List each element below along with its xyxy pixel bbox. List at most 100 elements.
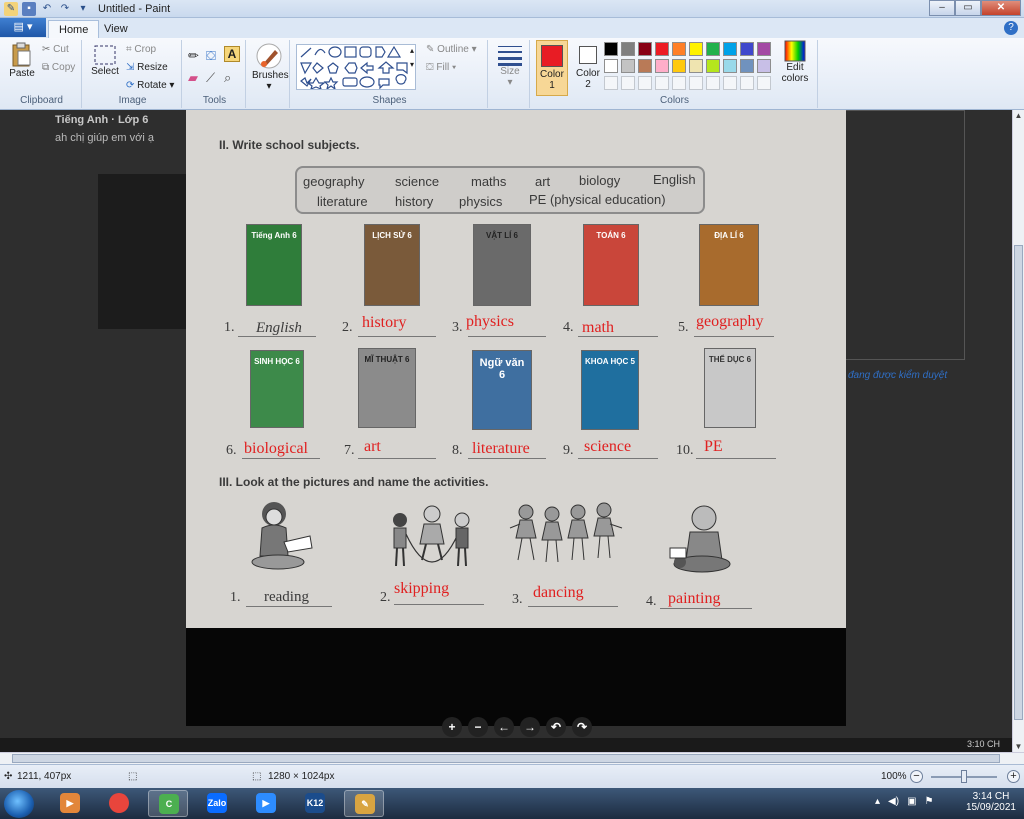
horizontal-scrollbar[interactable] [0,752,1024,764]
pencil-icon[interactable]: ✏ [188,48,199,64]
palette-swatch[interactable] [740,59,754,73]
custom-color-slot[interactable] [638,76,652,90]
previous-arrow-icon[interactable]: ← [494,717,514,737]
start-button[interactable] [4,790,34,818]
help-icon[interactable]: ? [1004,21,1018,35]
palette-swatch[interactable] [638,42,652,56]
palette-swatch[interactable] [638,59,652,73]
custom-color-slot[interactable] [740,76,754,90]
scroll-up-icon[interactable]: ▲ [1013,111,1024,120]
taskbar-app-chrome[interactable] [99,790,139,817]
brushes-button[interactable]: Brushes ▾ [252,42,289,92]
zoom-in-icon[interactable]: + [442,717,462,737]
shapes-scroll-up-icon[interactable]: ▴ [410,46,414,55]
file-menu-button[interactable]: ▤ ▾ [0,18,46,37]
show-hidden-icons-icon[interactable]: ▴ [875,796,880,807]
volume-icon[interactable]: ◀) [888,796,899,807]
shapes-gallery[interactable] [296,44,416,90]
taskbar-app-zoom[interactable]: ▶ [246,790,286,817]
custom-color-slot[interactable] [757,76,771,90]
save-icon[interactable]: ▪ [22,2,36,16]
maximize-button[interactable]: ▭ [955,0,981,16]
clock[interactable]: 3:14 CH 15/09/2021 [966,791,1016,813]
fill-button[interactable]: ⛋ Fill ▾ [426,62,456,73]
palette-swatch[interactable] [621,59,635,73]
taskbar-app-coccoc[interactable]: C [148,790,188,817]
taskbar-app-zalo[interactable]: Zalo [197,790,237,817]
palette-swatch[interactable] [706,59,720,73]
copy-button[interactable]: ⧉ Copy [42,62,75,73]
zoom-out-button[interactable]: − [910,770,923,783]
palette-swatch[interactable] [757,59,771,73]
palette-swatch[interactable] [672,42,686,56]
customize-qat-icon[interactable]: ▾ [76,2,90,16]
palette-swatch[interactable] [655,59,669,73]
palette-swatch[interactable] [689,42,703,56]
tab-home[interactable]: Home [48,20,100,38]
handwritten-answer: PE [704,438,723,455]
zoom-in-button[interactable]: + [1007,770,1020,783]
size-button[interactable]: Size ▾ [496,44,524,88]
resize-button[interactable]: ⇲ Resize [126,62,168,73]
taskbar-app-k12[interactable]: K12 [295,790,335,817]
redo-icon[interactable]: ↷ [58,2,72,16]
action-center-flag-icon[interactable]: ⚑ [925,796,934,807]
drawing-canvas-area[interactable]: Tiếng Anh · Lớp 6 ah chị giúp em với ạ đ… [0,110,1012,752]
pasted-screenshot-image[interactable]: Tiếng Anh · Lớp 6 ah chị giúp em với ạ đ… [0,110,1012,752]
palette-swatch[interactable] [689,59,703,73]
item-number: 8. [452,443,463,458]
network-icon[interactable]: ▣ [907,796,916,807]
edit-colors-button[interactable]: Edit colors [778,40,812,84]
color2-button[interactable]: Color 2 [572,40,604,96]
custom-color-slot[interactable] [723,76,737,90]
rotate-left-icon[interactable]: ↶ [546,717,566,737]
next-arrow-icon[interactable]: → [520,717,540,737]
custom-color-slot[interactable] [672,76,686,90]
palette-swatch[interactable] [757,42,771,56]
shapes-scroll-down-icon[interactable]: ▾ [410,60,414,69]
magnifier-icon[interactable]: ⌕ [224,70,231,86]
custom-color-slot[interactable] [689,76,703,90]
text-tool-icon[interactable]: A [224,46,240,62]
scroll-down-icon[interactable]: ▼ [1013,742,1024,751]
cut-button[interactable]: ✂ Cut [42,44,69,55]
zoom-out-icon[interactable]: − [468,717,488,737]
palette-swatch[interactable] [706,42,720,56]
zoom-slider-thumb[interactable] [961,770,967,783]
palette-swatch[interactable] [723,42,737,56]
tab-view[interactable]: View [94,20,138,38]
palette-swatch[interactable] [604,42,618,56]
taskbar-app-media[interactable]: ▶ [50,790,90,817]
item-number: 3. [452,320,463,335]
close-button[interactable]: ✕ [981,0,1021,16]
select-button[interactable]: Select [90,44,120,77]
custom-color-slot[interactable] [706,76,720,90]
custom-color-slot[interactable] [604,76,618,90]
color-picker-icon[interactable]: ⟋ [206,70,215,86]
crop-button[interactable]: ⌗ Crop [126,44,156,55]
palette-swatch[interactable] [655,42,669,56]
zoom-icon: ▶ [256,793,276,813]
palette-swatch[interactable] [604,59,618,73]
palette-swatch[interactable] [723,59,737,73]
palette-swatch[interactable] [621,42,635,56]
palette-swatch[interactable] [672,59,686,73]
horizontal-scroll-thumb[interactable] [12,754,1000,763]
paste-button[interactable]: Paste [8,42,36,79]
fill-bucket-icon[interactable]: ⛋ [206,48,216,64]
rotate-button[interactable]: ⟳ Rotate ▾ [126,80,174,91]
minimize-button[interactable]: – [929,0,955,16]
color1-button[interactable]: Color 1 [536,40,568,96]
custom-color-slot[interactable] [621,76,635,90]
paint-app-icon[interactable]: ✎ [4,2,18,16]
custom-color-slot[interactable] [655,76,669,90]
undo-icon[interactable]: ↶ [40,2,54,16]
palette-swatch[interactable] [740,42,754,56]
outline-button[interactable]: ✎ Outline ▾ [426,44,477,55]
vertical-scroll-thumb[interactable] [1014,245,1023,720]
rotate-right-icon[interactable]: ↷ [572,717,592,737]
eraser-icon[interactable]: ▰ [188,70,198,86]
answer-line [468,336,546,337]
vertical-scrollbar[interactable]: ▲ ▼ [1012,110,1024,752]
taskbar-app-paint[interactable]: ✎ [344,790,384,817]
